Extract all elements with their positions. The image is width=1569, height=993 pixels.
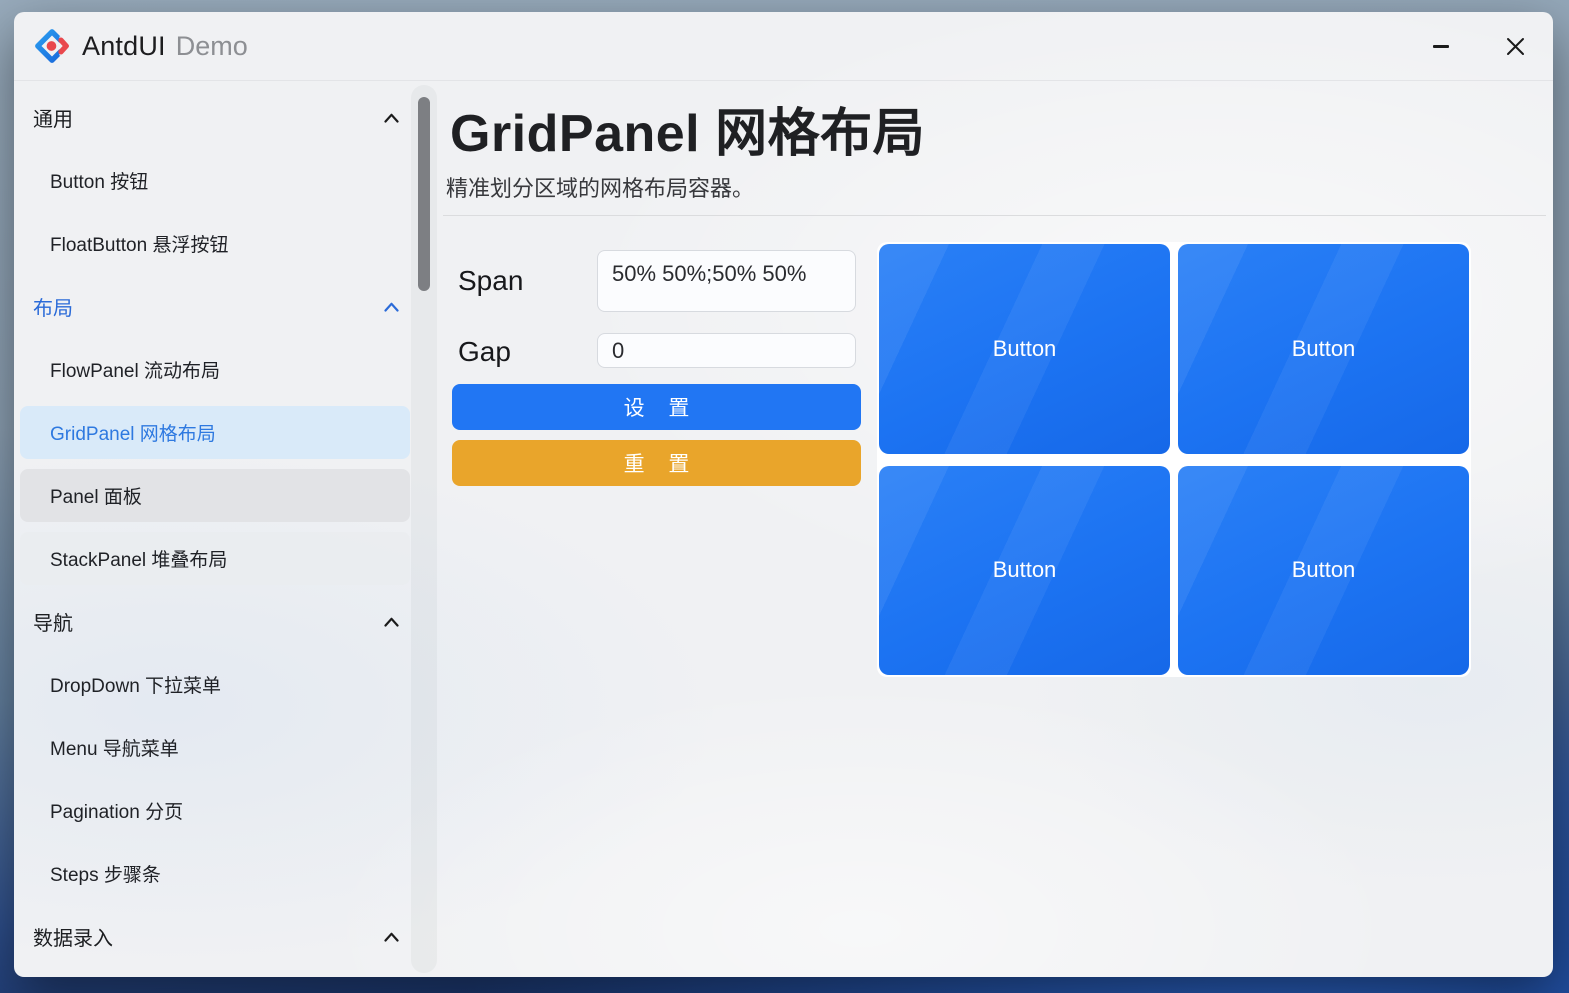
antdui-logo-icon (33, 27, 71, 65)
app-title-suffix: Demo (176, 31, 248, 62)
page-subtitle: 精准划分区域的网格布局容器。 (446, 171, 754, 203)
grid-button-top-left[interactable]: Button (879, 244, 1170, 454)
gap-input[interactable] (597, 333, 856, 368)
close-icon (1506, 37, 1525, 56)
sidebar-item-dropdown[interactable]: DropDown 下拉菜单 (14, 653, 424, 716)
span-label: Span (458, 265, 523, 297)
chevron-up-icon[interactable] (384, 932, 399, 942)
sidebar: 通用 Button 按钮 FloatButton 悬浮按钮 布局 FlowPan… (14, 81, 438, 977)
divider (443, 215, 1546, 216)
sidebar-item-flowpanel[interactable]: FlowPanel 流动布局 (14, 338, 424, 401)
sidebar-item-button[interactable]: Button 按钮 (14, 149, 424, 212)
set-button[interactable]: 设 置 (452, 384, 861, 430)
sidebar-item-stackpanel[interactable]: StackPanel 堆叠布局 (14, 527, 424, 590)
titlebar: AntdUI Demo (14, 12, 1553, 81)
sidebar-item-menu[interactable]: Menu 导航菜单 (14, 716, 424, 779)
reset-button[interactable]: 重 置 (452, 440, 861, 486)
sidebar-item-floatbutton[interactable]: FloatButton 悬浮按钮 (14, 212, 424, 275)
main-content: GridPanel 网格布局 精准划分区域的网格布局容器。 Span 50% 5… (443, 81, 1553, 977)
grid-button-bottom-left[interactable]: Button (879, 466, 1170, 676)
sidebar-menu: 通用 Button 按钮 FloatButton 悬浮按钮 布局 FlowPan… (14, 86, 424, 968)
grid-button-top-right[interactable]: Button (1178, 244, 1469, 454)
sidebar-section-navigation[interactable]: 导航 (14, 590, 424, 653)
sidebar-section-layout[interactable]: 布局 (14, 275, 424, 338)
minimize-icon (1433, 45, 1449, 47)
minimize-button[interactable] (1419, 25, 1463, 69)
grid-button-bottom-right[interactable]: Button (1178, 466, 1469, 676)
chevron-up-icon[interactable] (384, 617, 399, 627)
chevron-up-icon[interactable] (384, 302, 399, 312)
page-title: GridPanel 网格布局 (450, 91, 925, 166)
app-title: AntdUI (82, 31, 166, 62)
sidebar-item-gridpanel-selected[interactable]: GridPanel 网格布局 (14, 401, 424, 464)
sidebar-scrollbar-thumb[interactable] (418, 97, 430, 291)
gap-label: Gap (458, 336, 511, 368)
sidebar-item-pagination[interactable]: Pagination 分页 (14, 779, 424, 842)
chevron-up-icon[interactable] (384, 113, 399, 123)
window-controls (1419, 12, 1537, 81)
sidebar-section-general[interactable]: 通用 (14, 86, 424, 149)
sidebar-section-data-entry[interactable]: 数据录入 (14, 905, 424, 968)
span-input[interactable]: 50% 50%;50% 50% (597, 250, 856, 312)
app-window: AntdUI Demo 通用 Button 按钮 FloatButt (14, 12, 1553, 977)
close-button[interactable] (1493, 25, 1537, 69)
sidebar-item-panel[interactable]: Panel 面板 (14, 464, 424, 527)
sidebar-item-steps[interactable]: Steps 步骤条 (14, 842, 424, 905)
gridpanel-demo: Button Button Button Button (877, 242, 1471, 677)
